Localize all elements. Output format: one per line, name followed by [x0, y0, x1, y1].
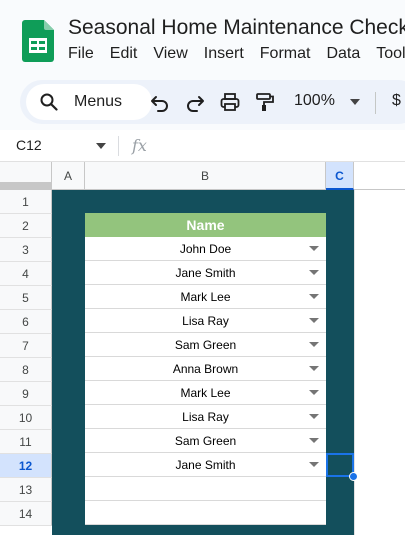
name-dropdown-cell[interactable]: John Doe: [85, 237, 326, 261]
name-box-dropdown-icon[interactable]: [96, 143, 106, 149]
name-dropdown-cell[interactable]: Lisa Ray: [85, 405, 326, 429]
name-box[interactable]: C12: [16, 137, 42, 153]
dropdown-arrow-icon[interactable]: [309, 462, 319, 467]
print-icon[interactable]: [220, 92, 240, 112]
menu-bar: File Edit View Insert Format Data Tools: [68, 45, 405, 63]
name-value: Jane Smith: [175, 458, 236, 472]
row-header[interactable]: 8: [0, 358, 52, 382]
row-header[interactable]: 2: [0, 214, 52, 238]
dropdown-arrow-icon[interactable]: [309, 390, 319, 395]
empty-cells[interactable]: [354, 190, 405, 535]
name-value: Lisa Ray: [182, 314, 229, 328]
dropdown-arrow-icon[interactable]: [309, 438, 319, 443]
toolbar: Menus 100% $: [20, 80, 405, 124]
row-header[interactable]: 4: [0, 262, 52, 286]
title-bar: Seasonal Home Maintenance Checklist File…: [0, 0, 405, 76]
zoom-dropdown-icon[interactable]: [350, 99, 360, 105]
row-header[interactable]: 5: [0, 286, 52, 310]
menu-edit[interactable]: Edit: [110, 45, 138, 63]
toolbar-divider: [375, 92, 376, 114]
row-header[interactable]: 3: [0, 238, 52, 262]
name-dropdown-cell[interactable]: Jane Smith: [85, 261, 326, 285]
row-header[interactable]: 13: [0, 478, 52, 502]
name-dropdown-cell[interactable]: Jane Smith: [85, 453, 326, 477]
name-dropdown-cell[interactable]: Sam Green: [85, 333, 326, 357]
menu-file[interactable]: File: [68, 45, 94, 63]
dropdown-arrow-icon[interactable]: [309, 414, 319, 419]
name-value: Sam Green: [174, 338, 237, 352]
dropdown-arrow-icon[interactable]: [309, 366, 319, 371]
menu-view[interactable]: View: [153, 45, 187, 63]
frozen-row-bar[interactable]: [0, 182, 51, 189]
column-header-b[interactable]: B: [85, 162, 326, 190]
name-dropdown-cell[interactable]: Anna Brown: [85, 357, 326, 381]
undo-icon[interactable]: [150, 92, 170, 112]
row-header[interactable]: 14: [0, 502, 52, 526]
dropdown-arrow-icon[interactable]: [309, 342, 319, 347]
fill-handle[interactable]: [349, 472, 358, 481]
name-header-cell[interactable]: Name: [85, 213, 326, 237]
row-header[interactable]: 6: [0, 310, 52, 334]
currency-format-button[interactable]: $: [392, 92, 401, 110]
toolbar-area: Menus 100% $: [0, 76, 405, 130]
document-title[interactable]: Seasonal Home Maintenance Checklist: [68, 16, 405, 40]
dropdown-arrow-icon[interactable]: [309, 246, 319, 251]
menus-search-label: Menus: [74, 93, 123, 110]
row-header[interactable]: 9: [0, 382, 52, 406]
column-header-empty: [354, 162, 405, 190]
menu-insert[interactable]: Insert: [204, 45, 244, 63]
name-dropdown-cell[interactable]: Lisa Ray: [85, 309, 326, 333]
dropdown-arrow-icon[interactable]: [309, 318, 319, 323]
menus-search-button[interactable]: Menus: [26, 84, 152, 120]
row-header-selected[interactable]: 12: [0, 454, 52, 478]
name-value: Mark Lee: [180, 386, 231, 400]
name-dropdown-cell[interactable]: Sam Green: [85, 429, 326, 453]
row-header[interactable]: 11: [0, 430, 52, 454]
row-header[interactable]: 1: [0, 190, 52, 214]
name-value: Lisa Ray: [182, 410, 229, 424]
menu-format[interactable]: Format: [260, 45, 311, 63]
name-value: Jane Smith: [175, 266, 236, 280]
zoom-select[interactable]: 100%: [294, 92, 335, 110]
name-value: John Doe: [179, 242, 232, 256]
name-dropdown-cell[interactable]: Mark Lee: [85, 381, 326, 405]
empty-name-cell[interactable]: [85, 501, 326, 525]
spreadsheet-grid[interactable]: A B C 1 2 3 4 5 6 7 8 9 10 11 12 13 14 N…: [0, 162, 405, 535]
name-value: Anna Brown: [172, 362, 239, 376]
name-dropdown-cell[interactable]: Mark Lee: [85, 285, 326, 309]
formula-bar: C12 fx: [0, 130, 405, 162]
menu-tools[interactable]: Tools: [376, 45, 405, 63]
redo-icon[interactable]: [185, 92, 205, 112]
column-header-c[interactable]: C: [326, 162, 354, 190]
column-header-a[interactable]: A: [52, 162, 85, 190]
menu-data[interactable]: Data: [326, 45, 360, 63]
sheets-logo-icon[interactable]: [22, 20, 54, 62]
formula-divider: [118, 136, 119, 156]
name-value: Mark Lee: [180, 290, 231, 304]
fx-icon: fx: [132, 136, 147, 155]
paint-format-icon[interactable]: [255, 92, 275, 112]
name-value: Sam Green: [174, 434, 237, 448]
empty-name-cell[interactable]: [85, 477, 326, 501]
dropdown-arrow-icon[interactable]: [309, 294, 319, 299]
sheets-app: Seasonal Home Maintenance Checklist File…: [0, 0, 405, 535]
search-icon: [40, 93, 58, 111]
dropdown-arrow-icon[interactable]: [309, 270, 319, 275]
row-header[interactable]: 7: [0, 334, 52, 358]
select-all-corner[interactable]: [0, 162, 52, 190]
row-header[interactable]: 10: [0, 406, 52, 430]
